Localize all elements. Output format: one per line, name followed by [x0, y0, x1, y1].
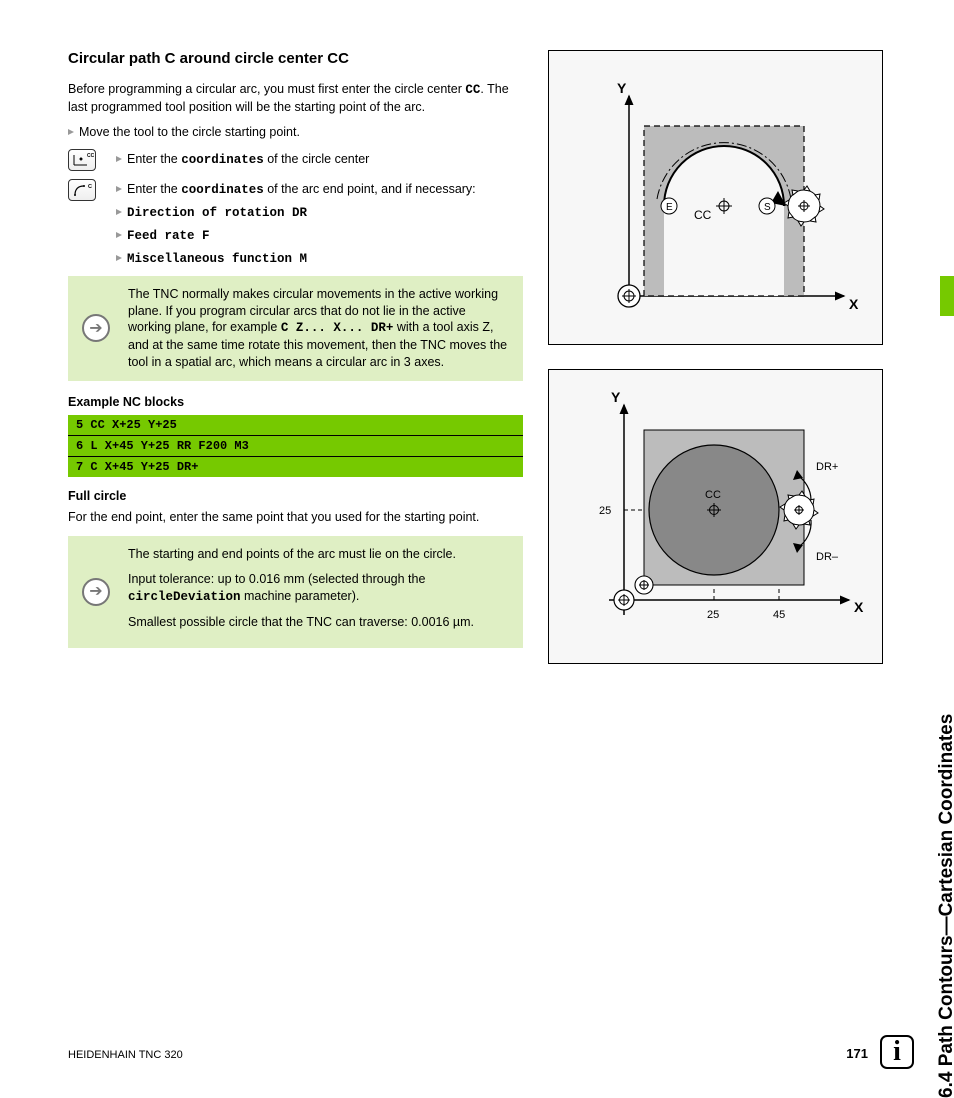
e-label: E: [666, 202, 673, 213]
note-box-2: ➔ The starting and end points of the arc…: [68, 536, 523, 649]
info-icon: i: [880, 1035, 914, 1069]
cc-label: CC: [694, 208, 712, 222]
y25-label: 25: [599, 505, 611, 517]
code-line: 5 CC X+25 Y+25: [68, 415, 523, 436]
nc-code-block: 5 CC X+25 Y+25 6 L X+45 Y+25 RR F200 M3 …: [68, 415, 523, 477]
note-box-1: ➔ The TNC normally makes circular moveme…: [68, 276, 523, 381]
full-circle-heading: Full circle: [68, 489, 523, 503]
tab-accent: [940, 276, 954, 316]
example-heading: Example NC blocks: [68, 395, 523, 409]
x45-label: 45: [773, 609, 785, 621]
svg-text:C: C: [88, 184, 92, 190]
triangle-icon: [116, 232, 122, 238]
softkey-cc[interactable]: CC: [68, 149, 96, 171]
full-circle-text: For the end point, enter the same point …: [68, 509, 523, 526]
code-line: 7 C X+45 Y+25 DR+: [68, 457, 523, 477]
x25-label: 25: [707, 609, 719, 621]
drp-label: DR+: [816, 461, 838, 473]
drm-label: DR–: [816, 551, 839, 563]
diagrams-column: X Y CC E S: [548, 50, 888, 688]
diagram-1: X Y CC E S: [548, 50, 883, 345]
x-axis-label-2: X: [854, 599, 864, 615]
section-label: 6.4 Path Contours—Cartesian Coordinates: [936, 578, 954, 1098]
page-number: 171: [846, 1046, 868, 1061]
code-line: 6 L X+45 Y+25 RR F200 M3: [68, 436, 523, 457]
y-axis-label-2: Y: [611, 389, 621, 405]
softkey-c[interactable]: C: [68, 179, 96, 201]
arrow-right-icon: ➔: [82, 578, 110, 606]
side-tab: 6.4 Path Contours—Cartesian Coordinates: [922, 40, 954, 600]
triangle-icon: [116, 255, 122, 261]
page-footer: HEIDENHAIN TNC 320 171: [68, 1046, 868, 1061]
intro-bullet: Move the tool to the circle starting poi…: [68, 124, 523, 141]
s-label: S: [764, 202, 771, 213]
triangle-icon: [116, 156, 122, 162]
svg-text:CC: CC: [87, 153, 95, 159]
x-axis-label: X: [849, 296, 859, 312]
triangle-icon: [68, 129, 74, 135]
softkey-step-cc: CC Enter the coordinates of the circle c…: [68, 149, 523, 173]
diagram-2: X Y CC 25 25 45 DR+ DR–: [548, 369, 883, 664]
triangle-icon: [116, 209, 122, 215]
triangle-icon: [116, 186, 122, 192]
page-heading: Circular path C around circle center CC: [68, 50, 523, 67]
footer-left: HEIDENHAIN TNC 320: [68, 1049, 183, 1061]
cc-label-2: CC: [705, 489, 721, 501]
y-axis-label: Y: [617, 80, 627, 96]
arrow-right-icon: ➔: [82, 314, 110, 342]
intro-paragraph: Before programming a circular arc, you m…: [68, 81, 523, 116]
main-content: Circular path C around circle center CC …: [68, 50, 523, 662]
softkey-step-c: C Enter the coordinates of the arc end p…: [68, 179, 523, 266]
